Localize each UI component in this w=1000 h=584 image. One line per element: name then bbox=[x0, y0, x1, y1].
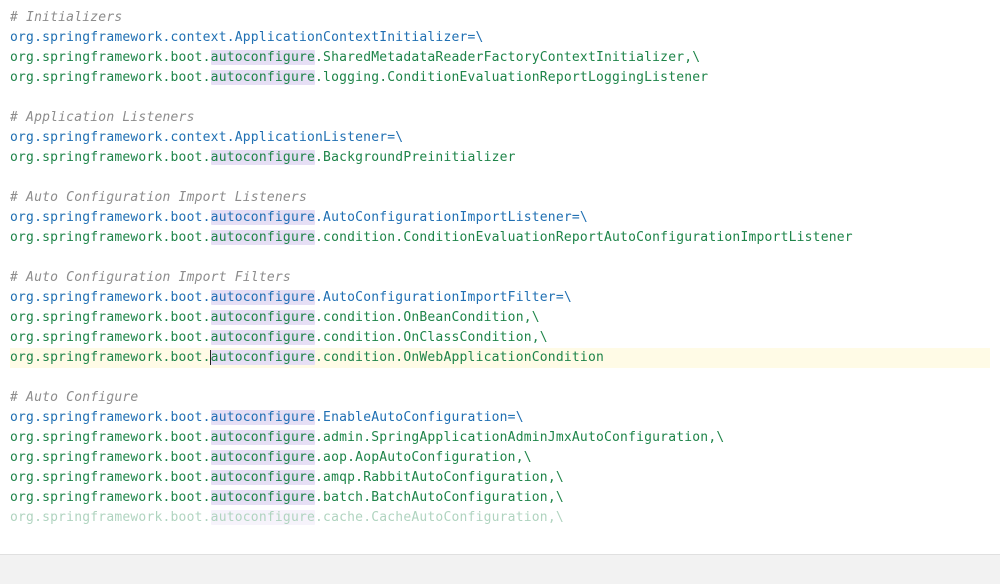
code-line[interactable]: org.springframework.boot.autoconfigure.l… bbox=[10, 68, 990, 88]
code-line[interactable]: org.springframework.boot.autoconfigure.a… bbox=[10, 448, 990, 468]
comment-line: # Auto Configure bbox=[10, 388, 990, 408]
status-bar bbox=[0, 554, 1000, 584]
code-line[interactable]: org.springframework.boot.autoconfigure.c… bbox=[10, 228, 990, 248]
code-line[interactable]: org.springframework.boot.autoconfigure.a… bbox=[10, 468, 990, 488]
comment-line: # Application Listeners bbox=[10, 108, 990, 128]
comment-line: # Auto Configuration Import Filters bbox=[10, 268, 990, 288]
comment-line: # Auto Configuration Import Listeners bbox=[10, 188, 990, 208]
property-key-line[interactable]: org.springframework.boot.autoconfigure.A… bbox=[10, 288, 990, 308]
code-line[interactable]: org.springframework.boot.autoconfigure.b… bbox=[10, 488, 990, 508]
blank-line bbox=[10, 168, 990, 188]
property-key-line[interactable]: org.springframework.context.ApplicationL… bbox=[10, 128, 990, 148]
code-editor[interactable]: # Initializersorg.springframework.contex… bbox=[10, 8, 990, 528]
property-key-line[interactable]: org.springframework.boot.autoconfigure.E… bbox=[10, 408, 990, 428]
blank-line bbox=[10, 248, 990, 268]
code-line[interactable]: org.springframework.boot.autoconfigure.B… bbox=[10, 148, 990, 168]
code-line[interactable]: org.springframework.boot.autoconfigure.c… bbox=[10, 308, 990, 328]
blank-line bbox=[10, 88, 990, 108]
code-line[interactable]: org.springframework.boot.autoconfigure.S… bbox=[10, 48, 990, 68]
code-line[interactable]: org.springframework.boot.autoconfigure.c… bbox=[10, 508, 990, 528]
property-key-line[interactable]: org.springframework.context.ApplicationC… bbox=[10, 28, 990, 48]
blank-line bbox=[10, 368, 990, 388]
property-key-line[interactable]: org.springframework.boot.autoconfigure.A… bbox=[10, 208, 990, 228]
comment-line: # Initializers bbox=[10, 8, 990, 28]
code-line[interactable]: org.springframework.boot.autoconfigure.a… bbox=[10, 428, 990, 448]
code-line[interactable]: org.springframework.boot.autoconfigure.c… bbox=[10, 348, 990, 368]
code-line[interactable]: org.springframework.boot.autoconfigure.c… bbox=[10, 328, 990, 348]
